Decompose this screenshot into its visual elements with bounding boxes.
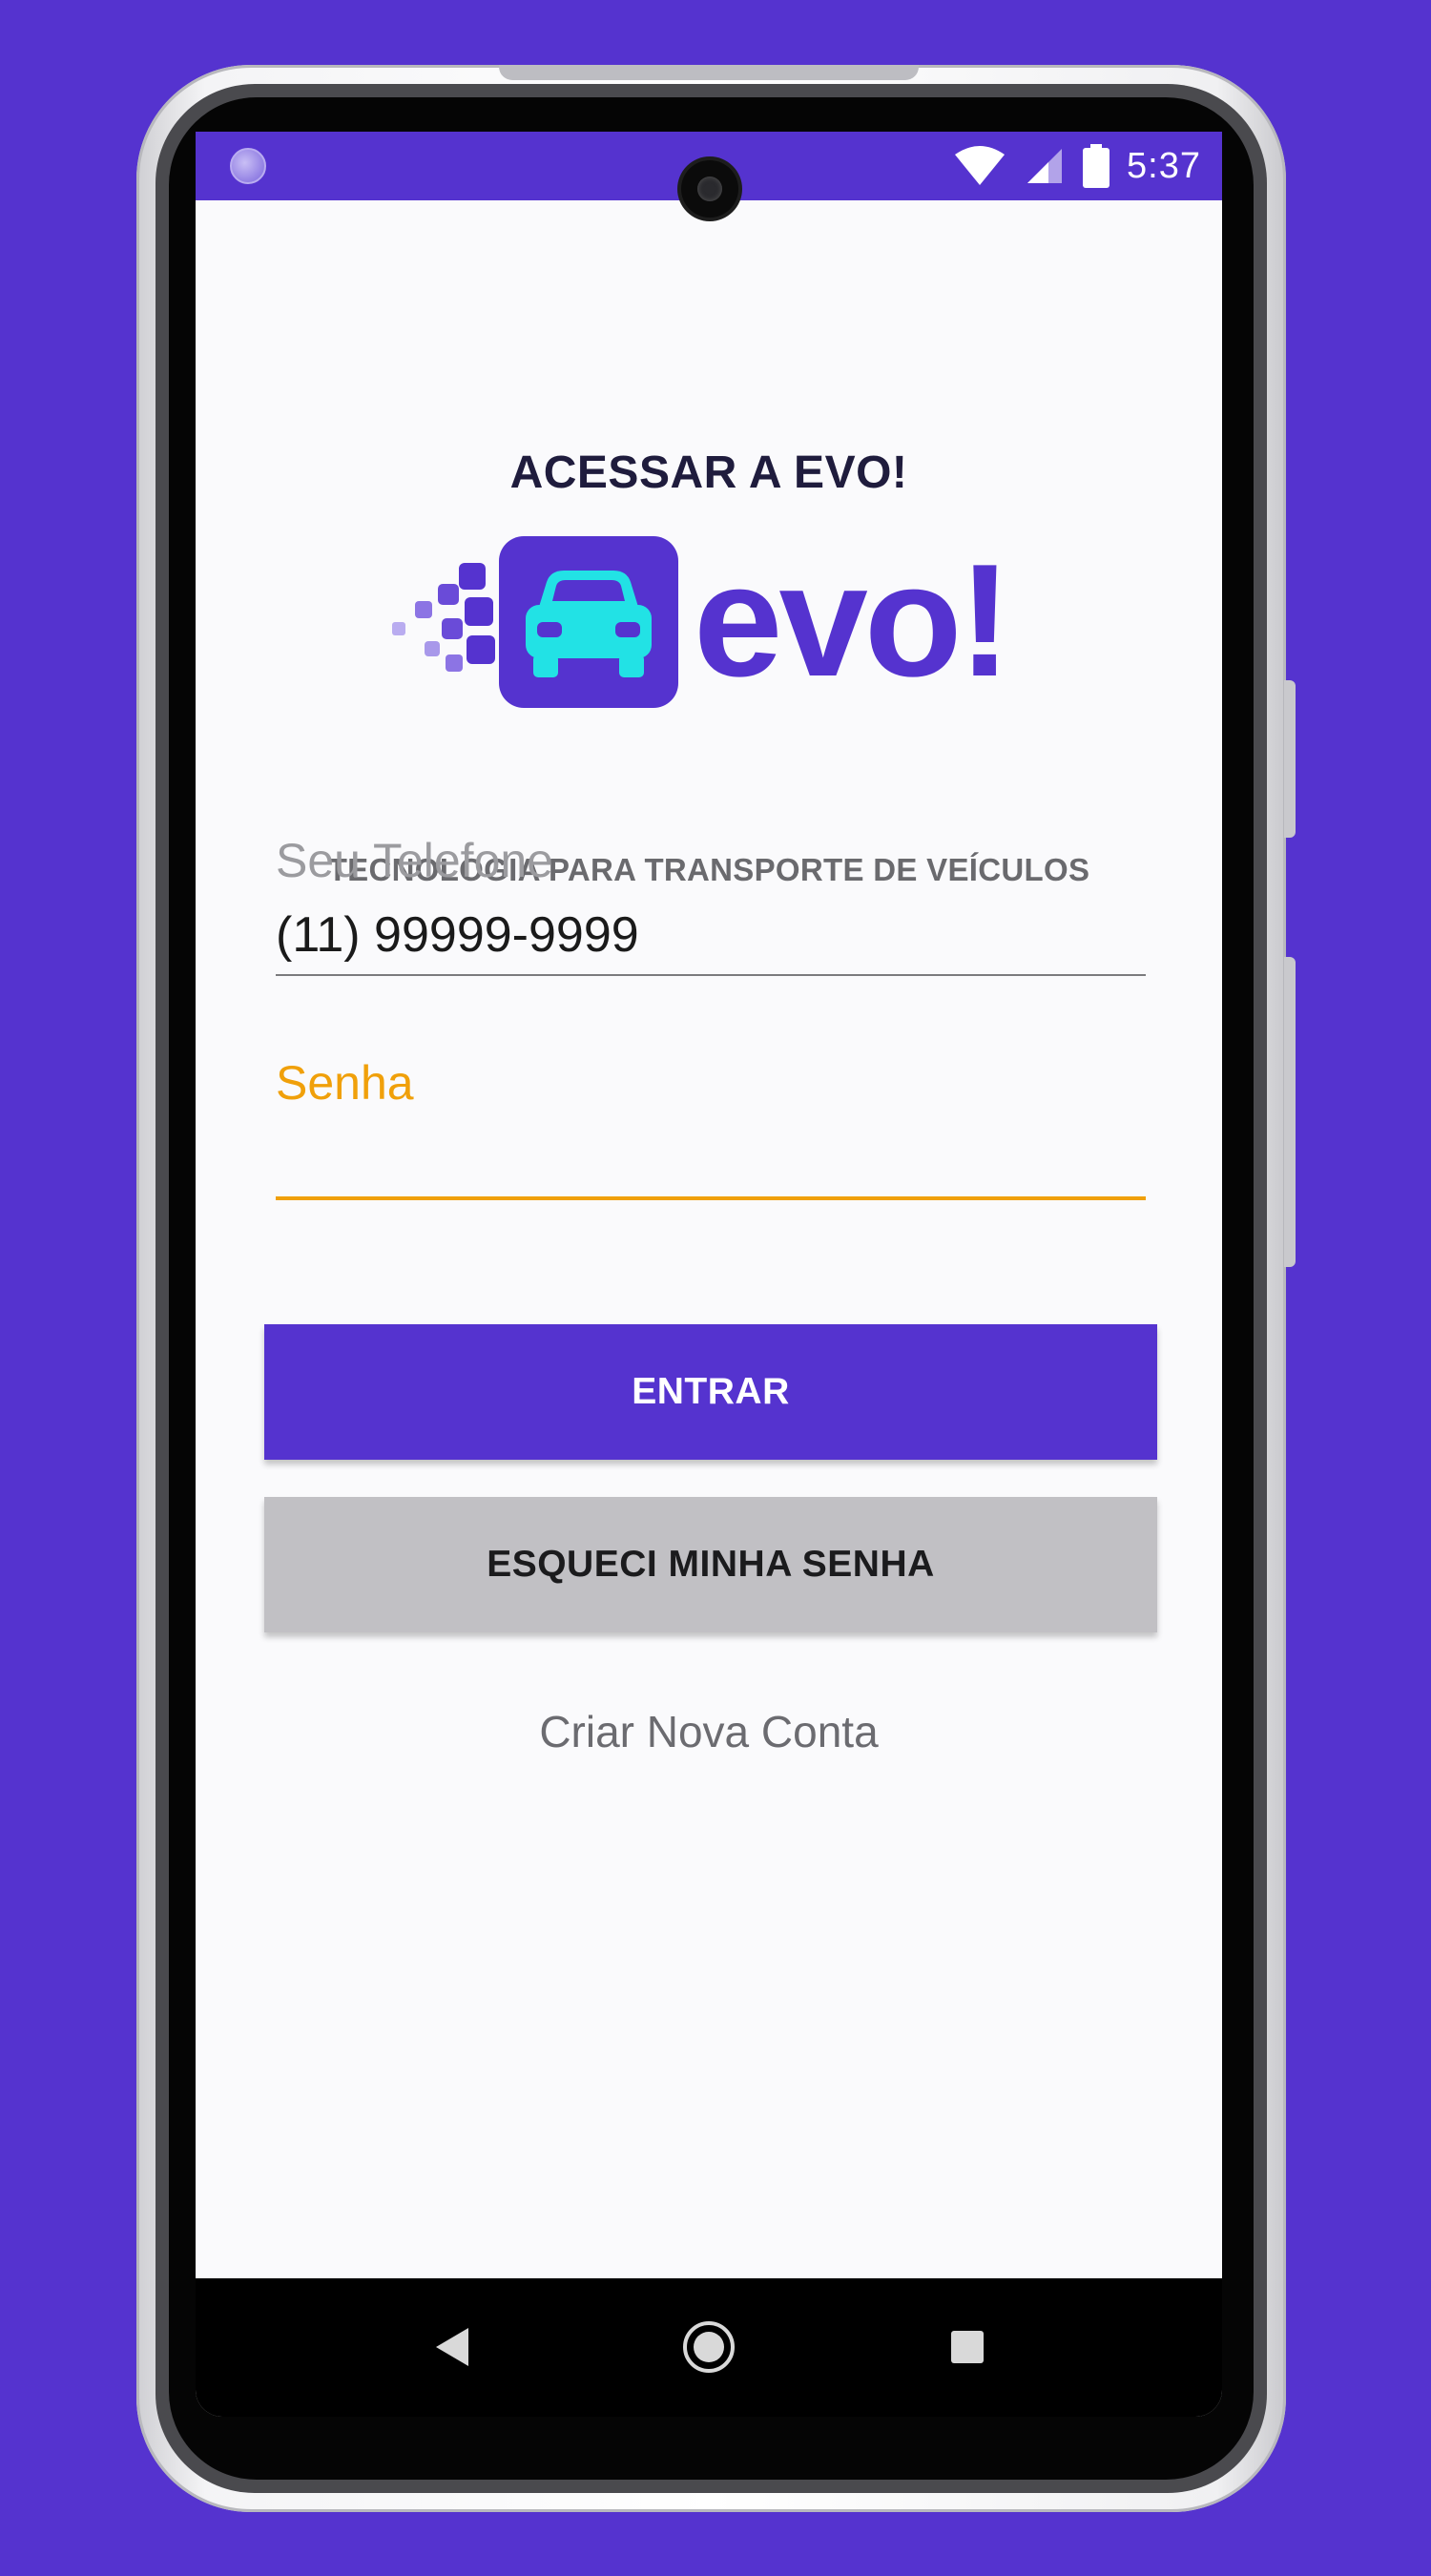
app-screen: 5:37 ACESSAR A EVO! evo! TECNOLOGIA PARA… [196,132,1222,2417]
notification-icon [230,148,266,184]
home-icon[interactable] [683,2321,735,2373]
forgot-password-button[interactable]: ESQUECI MINHA SENHA [264,1497,1157,1632]
front-camera [681,160,738,218]
volume-button [1284,680,1296,838]
login-button[interactable]: ENTRAR [264,1324,1157,1460]
phone-field-value[interactable]: (11) 99999-9999 [276,905,1146,965]
signal-icon [1027,149,1063,183]
phone-field-label: Seu Telefone [276,834,553,887]
phone-field-underline [276,974,1146,976]
logo-pixel-trail-icon [392,563,495,672]
back-icon[interactable] [436,2328,468,2366]
password-field[interactable]: Senha [276,1055,1146,1200]
status-icons: 5:37 [953,132,1201,200]
logo-wordmark: evo! [694,530,1007,710]
car-icon [499,536,678,708]
phone-top-slot [499,65,919,80]
password-field-label: Senha [276,1056,414,1110]
create-account-link[interactable]: Criar Nova Conta [196,1706,1222,1757]
password-input[interactable] [276,1128,1146,1187]
phone-field[interactable]: Seu Telefone (11) 99999-9999 [276,833,1146,976]
password-field-underline [276,1196,1146,1200]
wifi-icon [955,146,1006,185]
status-time: 5:37 [1127,145,1201,186]
evo-logo: evo! [392,530,1011,710]
navigation-bar [196,2278,1222,2417]
recents-icon[interactable] [951,2331,984,2363]
battery-icon [1083,144,1110,188]
page-title: ACESSAR A EVO! [509,447,908,498]
power-button [1284,957,1296,1267]
